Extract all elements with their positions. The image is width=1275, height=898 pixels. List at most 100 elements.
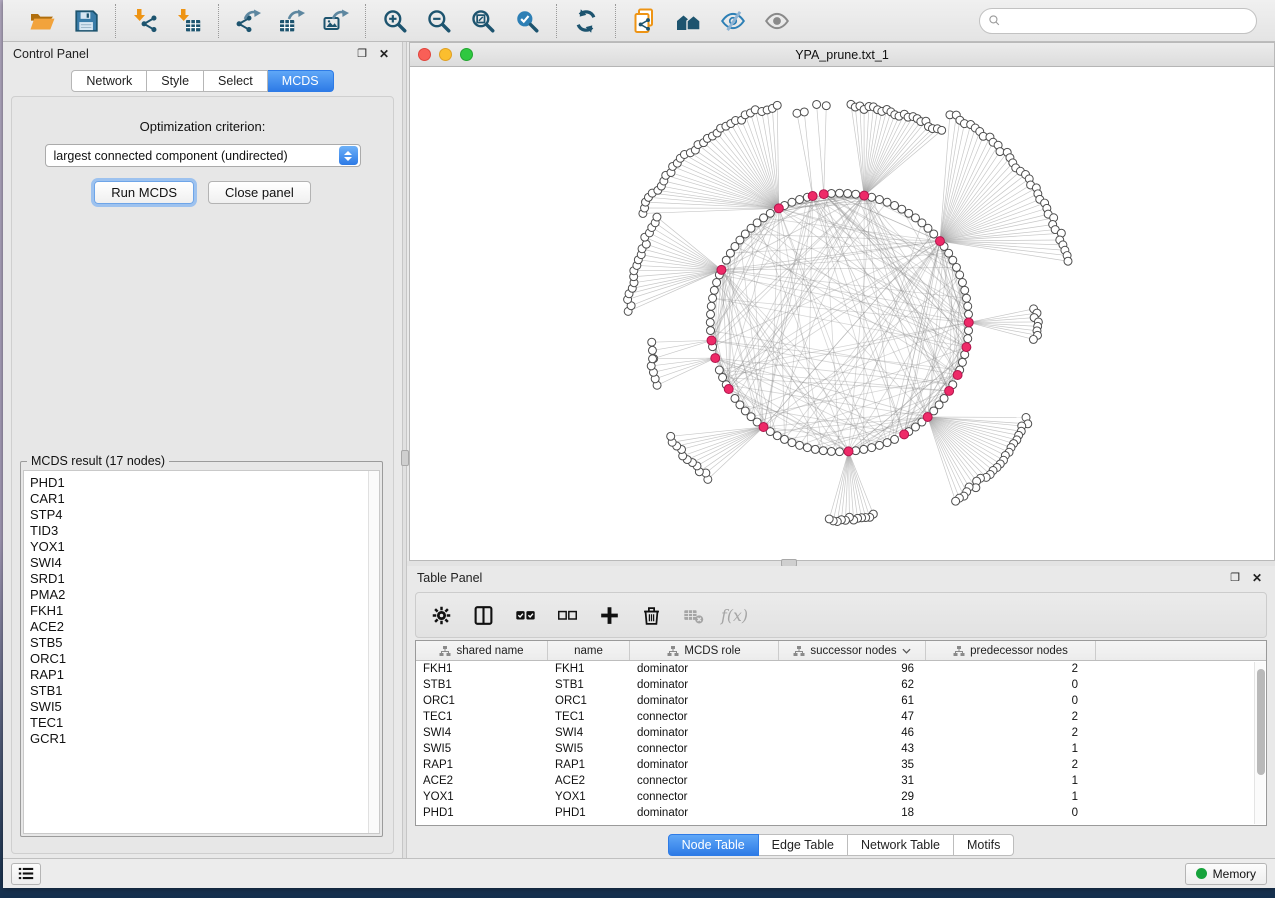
export-table-button[interactable] bbox=[275, 5, 309, 37]
graph-node[interactable] bbox=[965, 327, 973, 335]
select-all-button[interactable] bbox=[512, 602, 538, 628]
mcds-result-item[interactable]: SWI4 bbox=[30, 555, 379, 571]
graph-node[interactable] bbox=[827, 447, 835, 455]
open-file-button[interactable] bbox=[25, 5, 59, 37]
graph-node[interactable] bbox=[836, 189, 844, 197]
graph-node[interactable] bbox=[796, 196, 804, 204]
tab-edge-table[interactable]: Edge Table bbox=[759, 834, 848, 856]
add-column-button[interactable] bbox=[596, 602, 622, 628]
graph-node[interactable] bbox=[653, 213, 661, 221]
column-header-successor-nodes[interactable]: successor nodes bbox=[779, 641, 926, 660]
graph-node[interactable] bbox=[949, 256, 957, 264]
graph-node[interactable] bbox=[813, 100, 821, 108]
graph-node[interactable] bbox=[788, 439, 796, 447]
mcds-result-item[interactable]: STB5 bbox=[30, 635, 379, 651]
mcds-result-item[interactable]: CAR1 bbox=[30, 491, 379, 507]
graph-node[interactable] bbox=[875, 441, 883, 449]
graph-node-mcds[interactable] bbox=[945, 386, 954, 395]
mcds-result-item[interactable]: TID3 bbox=[30, 523, 379, 539]
graph-node[interactable] bbox=[860, 445, 868, 453]
export-network-button[interactable] bbox=[231, 5, 265, 37]
first-neighbors-button[interactable] bbox=[672, 5, 706, 37]
graph-node-mcds[interactable] bbox=[759, 423, 768, 432]
graph-node[interactable] bbox=[961, 286, 969, 294]
graph-node[interactable] bbox=[811, 445, 819, 453]
graph-node[interactable] bbox=[852, 190, 860, 198]
mcds-result-item[interactable]: PMA2 bbox=[30, 587, 379, 603]
graph-node[interactable] bbox=[707, 310, 715, 318]
mcds-result-item[interactable]: SWI5 bbox=[30, 699, 379, 715]
search-input[interactable] bbox=[1007, 14, 1248, 28]
graph-node[interactable] bbox=[803, 444, 811, 452]
graph-node-mcds[interactable] bbox=[962, 343, 971, 352]
graph-node[interactable] bbox=[706, 318, 714, 326]
graph-node-mcds[interactable] bbox=[707, 336, 716, 345]
tab-motifs[interactable]: Motifs bbox=[954, 834, 1014, 856]
mcds-result-item[interactable]: ORC1 bbox=[30, 651, 379, 667]
mcds-list-scrollbar[interactable] bbox=[368, 471, 379, 833]
hide-selected-button[interactable] bbox=[716, 5, 750, 37]
table-row[interactable]: PHD1PHD1dominator180 bbox=[416, 805, 1266, 821]
graph-node[interactable] bbox=[883, 198, 891, 206]
graph-node-mcds[interactable] bbox=[711, 354, 720, 363]
mcds-result-item[interactable]: RAP1 bbox=[30, 667, 379, 683]
graph-node[interactable] bbox=[709, 294, 717, 302]
column-header-predecessor-nodes[interactable]: predecessor nodes bbox=[926, 641, 1096, 660]
mcds-result-list[interactable]: PHD1CAR1STP4TID3YOX1SWI4SRD1PMA2FKH1ACE2… bbox=[23, 470, 380, 834]
graph-node[interactable] bbox=[715, 366, 723, 374]
graph-node[interactable] bbox=[667, 432, 675, 440]
graph-node[interactable] bbox=[719, 374, 727, 382]
table-row[interactable]: TEC1TEC1connector472 bbox=[416, 709, 1266, 725]
column-header-MCDS-role[interactable]: MCDS role bbox=[630, 641, 779, 660]
tab-network[interactable]: Network bbox=[71, 70, 147, 92]
zoom-out-button[interactable] bbox=[422, 5, 456, 37]
graph-node[interactable] bbox=[649, 355, 657, 363]
graph-node[interactable] bbox=[707, 327, 715, 335]
export-image-button[interactable] bbox=[319, 5, 353, 37]
graph-node[interactable] bbox=[713, 279, 721, 287]
graph-node[interactable] bbox=[952, 497, 960, 505]
criterion-select[interactable]: largest connected component (undirected) bbox=[45, 144, 361, 167]
refresh-button[interactable] bbox=[569, 5, 603, 37]
zoom-in-button[interactable] bbox=[378, 5, 412, 37]
table-row[interactable]: FKH1FKH1dominator962 bbox=[416, 661, 1266, 677]
table-row[interactable]: RAP1RAP1dominator352 bbox=[416, 757, 1266, 773]
mcds-result-item[interactable]: SRD1 bbox=[30, 571, 379, 587]
table-row[interactable]: ACE2ACE2connector311 bbox=[416, 773, 1266, 789]
graph-node-mcds[interactable] bbox=[900, 430, 909, 439]
graph-node[interactable] bbox=[648, 346, 656, 354]
graph-node[interactable] bbox=[891, 202, 899, 210]
table-float-button[interactable]: ❐ bbox=[1227, 570, 1243, 586]
memory-button[interactable]: Memory bbox=[1185, 863, 1267, 885]
show-all-button[interactable] bbox=[760, 5, 794, 37]
graph-node[interactable] bbox=[796, 441, 804, 449]
tab-node-table[interactable]: Node Table bbox=[668, 834, 759, 856]
close-panel-button-mcds[interactable]: Close panel bbox=[208, 181, 311, 204]
graph-node[interactable] bbox=[938, 126, 946, 134]
graph-node-mcds[interactable] bbox=[964, 318, 973, 327]
graph-node[interactable] bbox=[891, 435, 899, 443]
close-panel-button[interactable]: ✕ bbox=[376, 46, 392, 62]
task-history-button[interactable] bbox=[11, 863, 41, 885]
graph-node-mcds[interactable] bbox=[808, 192, 817, 201]
graph-node-mcds[interactable] bbox=[923, 413, 932, 422]
tab-select[interactable]: Select bbox=[204, 70, 268, 92]
graph-node[interactable] bbox=[788, 198, 796, 206]
column-header-name[interactable]: name bbox=[548, 641, 630, 660]
graph-node[interactable] bbox=[819, 447, 827, 455]
column-header-shared-name[interactable]: shared name bbox=[416, 641, 548, 660]
network-from-selection-button[interactable] bbox=[628, 5, 662, 37]
graph-node-mcds[interactable] bbox=[860, 191, 869, 200]
graph-node[interactable] bbox=[875, 196, 883, 204]
tab-style[interactable]: Style bbox=[147, 70, 204, 92]
graph-node[interactable] bbox=[800, 108, 808, 116]
mcds-result-item[interactable]: PHD1 bbox=[30, 475, 379, 491]
tab-network-table[interactable]: Network Table bbox=[848, 834, 954, 856]
graph-node[interactable] bbox=[731, 394, 739, 402]
graph-node[interactable] bbox=[883, 439, 891, 447]
zoom-fit-button[interactable] bbox=[466, 5, 500, 37]
table-scrollbar-thumb[interactable] bbox=[1257, 669, 1265, 775]
mcds-result-item[interactable]: TEC1 bbox=[30, 715, 379, 731]
graph-node[interactable] bbox=[965, 310, 973, 318]
graph-node[interactable] bbox=[836, 448, 844, 456]
